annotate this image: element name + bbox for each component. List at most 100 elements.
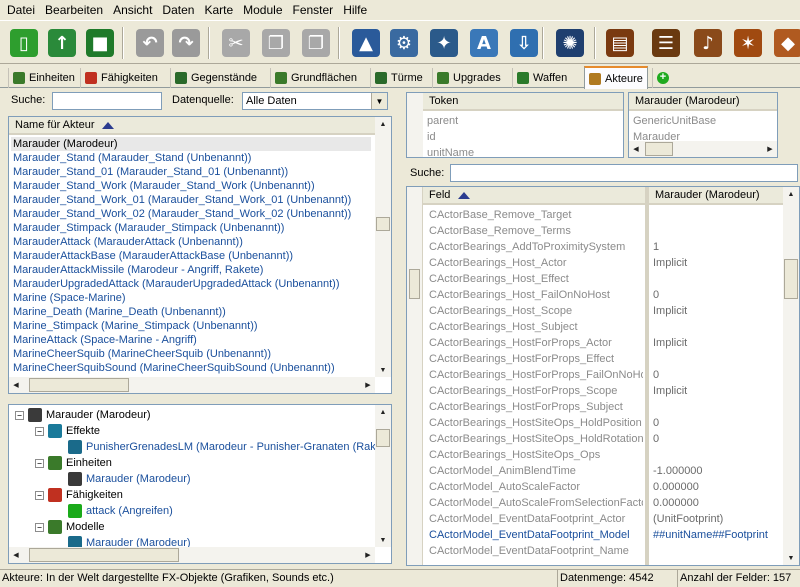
field-name[interactable]: CActorBearings_Host_FailOnNoHost <box>429 287 643 303</box>
import-module-button[interactable]: ⇩ <box>506 25 542 61</box>
actor-list-header[interactable]: Name für Akteur <box>9 117 375 135</box>
field-name[interactable]: CActorBearings_HostForProps_Subject <box>429 399 643 415</box>
field-name[interactable]: CActorBase_Remove_Terms <box>429 223 643 239</box>
save-button[interactable]: ■ <box>82 25 118 61</box>
value-column-header[interactable]: Marauder (Marodeur) <box>649 187 783 205</box>
list-item[interactable]: Marauder_Stimpack (Marauder_Stimpack (Un… <box>13 221 284 235</box>
collapse-icon[interactable]: − <box>35 426 44 436</box>
field-name[interactable]: CActorBearings_HostForProps_Effect <box>429 351 643 367</box>
tree-hscroll[interactable]: ◀ ▶ <box>9 547 375 563</box>
list-item[interactable]: MarineAttack (Space-Marine - Angriff) <box>13 333 197 347</box>
list-item[interactable]: MarauderAttackMissile (Marodeur - Angrif… <box>13 263 263 277</box>
menu-daten[interactable]: Daten <box>157 0 199 20</box>
scroll-left-icon[interactable]: ◀ <box>9 377 23 393</box>
collapse-icon[interactable]: − <box>35 458 44 468</box>
field-name[interactable]: CActorModel_AnimBlendTime <box>429 463 643 479</box>
field-name[interactable]: CActorBearings_HostForProps_Scope <box>429 383 643 399</box>
open-button[interactable]: ↑ <box>44 25 80 61</box>
token-row[interactable]: parent <box>427 113 458 129</box>
text-module-button[interactable]: A <box>466 25 502 61</box>
field-value[interactable]: ##unitName##Footprint <box>653 527 781 543</box>
field-name[interactable]: CActorModel_EventDataFootprint_Model <box>429 527 643 543</box>
field-value[interactable]: 0 <box>653 415 781 431</box>
field-value[interactable]: 1 <box>653 239 781 255</box>
list-item[interactable]: Marine_Stimpack (Marine_Stimpack (Unbena… <box>13 319 258 333</box>
field-value[interactable]: Implicit <box>653 383 781 399</box>
field-name[interactable]: CActorBearings_HostSiteOps_HoldRotation <box>429 431 643 447</box>
tab-türme[interactable]: Türme <box>370 68 427 88</box>
chevron-down-icon[interactable]: ▼ <box>371 93 387 109</box>
tree-node[interactable]: − Modelle <box>35 519 105 535</box>
field-search-input[interactable] <box>450 164 798 182</box>
tree-node[interactable]: − Fähigkeiten <box>35 487 123 503</box>
tab-akteure[interactable]: Akteure <box>584 66 648 89</box>
token-value-header[interactable]: Marauder (Marodeur) <box>629 93 777 111</box>
field-name[interactable]: CActorModel_EventDataFootprint_Actor <box>429 511 643 527</box>
scroll-down-icon[interactable]: ▼ <box>783 551 799 565</box>
field-value[interactable]: -1.000000 <box>653 463 781 479</box>
tab-fähigkeiten[interactable]: Fähigkeiten <box>80 68 162 88</box>
scroll-left-icon[interactable]: ◀ <box>9 547 23 563</box>
field-value[interactable]: 0 <box>653 287 781 303</box>
list-item[interactable]: Marauder_Stand_01 (Marauder_Stand_01 (Un… <box>13 165 288 179</box>
field-value[interactable]: Implicit <box>653 335 781 351</box>
field-name[interactable]: CActorBearings_AddToProximitySystem <box>429 239 643 255</box>
scroll-thumb[interactable] <box>376 217 390 231</box>
tab-grundflächen[interactable]: Grundflächen <box>270 68 361 88</box>
field-header[interactable]: Feld <box>423 187 645 205</box>
field-value[interactable]: 0.000000 <box>653 479 781 495</box>
menu-karte[interactable]: Karte <box>199 0 238 20</box>
actor-list-vscroll[interactable]: ▲ ▼ <box>375 117 391 377</box>
collapse-icon[interactable]: − <box>35 490 44 500</box>
menu-ansicht[interactable]: Ansicht <box>108 0 157 20</box>
unit-module-button[interactable]: ✶ <box>730 25 766 61</box>
scroll-right-icon[interactable]: ▶ <box>763 141 777 157</box>
scroll-right-icon[interactable]: ▶ <box>361 547 375 563</box>
list-item[interactable]: Marauder_Stand (Marauder_Stand (Unbenann… <box>13 151 251 165</box>
data-module-button[interactable]: ✦ <box>426 25 462 61</box>
terrain-module-button[interactable]: ▲ <box>348 25 384 61</box>
token-row[interactable]: id <box>427 129 436 145</box>
tree-vscroll[interactable]: ▲ ▼ <box>375 405 391 547</box>
add-tab-button[interactable]: + <box>652 68 673 88</box>
token-value[interactable]: GenericUnitBase <box>633 113 716 129</box>
scroll-thumb[interactable] <box>784 259 798 299</box>
field-value[interactable]: 0.000000 <box>653 495 781 511</box>
field-value[interactable]: Implicit <box>653 303 781 319</box>
field-name[interactable]: CActorBearings_Host_Subject <box>429 319 643 335</box>
field-value[interactable] <box>653 223 781 239</box>
field-value[interactable]: Implicit <box>653 255 781 271</box>
menu-module[interactable]: Module <box>238 0 287 20</box>
field-name[interactable]: CActorBase_Remove_Target <box>429 207 643 223</box>
list-item[interactable]: Marine_Death (Marine_Death (Unbenannt)) <box>13 305 226 319</box>
actor-list-hscroll[interactable]: ◀ ▶ <box>9 377 375 393</box>
scroll-up-icon[interactable]: ▲ <box>375 405 391 419</box>
list-item[interactable]: Marauder_Stand_Work_02 (Marauder_Stand_W… <box>13 207 351 221</box>
audio-module-button[interactable]: ♪ <box>690 25 726 61</box>
field-value[interactable] <box>653 351 781 367</box>
ai-module-button[interactable]: ✺ <box>552 25 588 61</box>
field-name[interactable]: CActorBearings_Host_Effect <box>429 271 643 287</box>
left-search-input[interactable] <box>52 92 162 110</box>
field-value[interactable]: 0 <box>653 367 781 383</box>
list-item[interactable]: Marauder_Stand_Work (Marauder_Stand_Work… <box>13 179 315 193</box>
scroll-down-icon[interactable]: ▼ <box>375 533 391 547</box>
field-name[interactable]: CActorBearings_HostSiteOps_Ops <box>429 447 643 463</box>
tab-waffen[interactable]: Waffen <box>512 68 571 88</box>
menu-hilfe[interactable]: Hilfe <box>338 0 372 20</box>
column-splitter[interactable] <box>645 187 649 565</box>
collapse-icon[interactable]: − <box>35 522 44 532</box>
token-header[interactable]: Token <box>423 93 623 111</box>
actor-list[interactable]: Name für Akteur Marauder (Marodeur) Marau… <box>8 116 392 394</box>
tree-node[interactable]: − Einheiten <box>35 455 112 471</box>
field-value[interactable] <box>653 271 781 287</box>
scroll-up-icon[interactable]: ▲ <box>375 117 391 131</box>
token-values[interactable]: Marauder (Marodeur) GenericUnitBase Marau… <box>628 92 778 158</box>
token-table[interactable]: Token parent id unitName <box>406 92 624 158</box>
menu-bearbeiten[interactable]: Bearbeiten <box>40 0 108 20</box>
field-name[interactable]: CActorModel_EventDataFootprint_Name <box>429 543 643 559</box>
tree-node[interactable]: attack (Angreifen) <box>55 503 173 519</box>
list-item[interactable]: Marauder (Marodeur) <box>11 137 371 151</box>
list-item[interactable]: Marauder_Stand_Work_01 (Marauder_Stand_W… <box>13 193 351 207</box>
new-button[interactable]: ▯ <box>6 25 42 61</box>
